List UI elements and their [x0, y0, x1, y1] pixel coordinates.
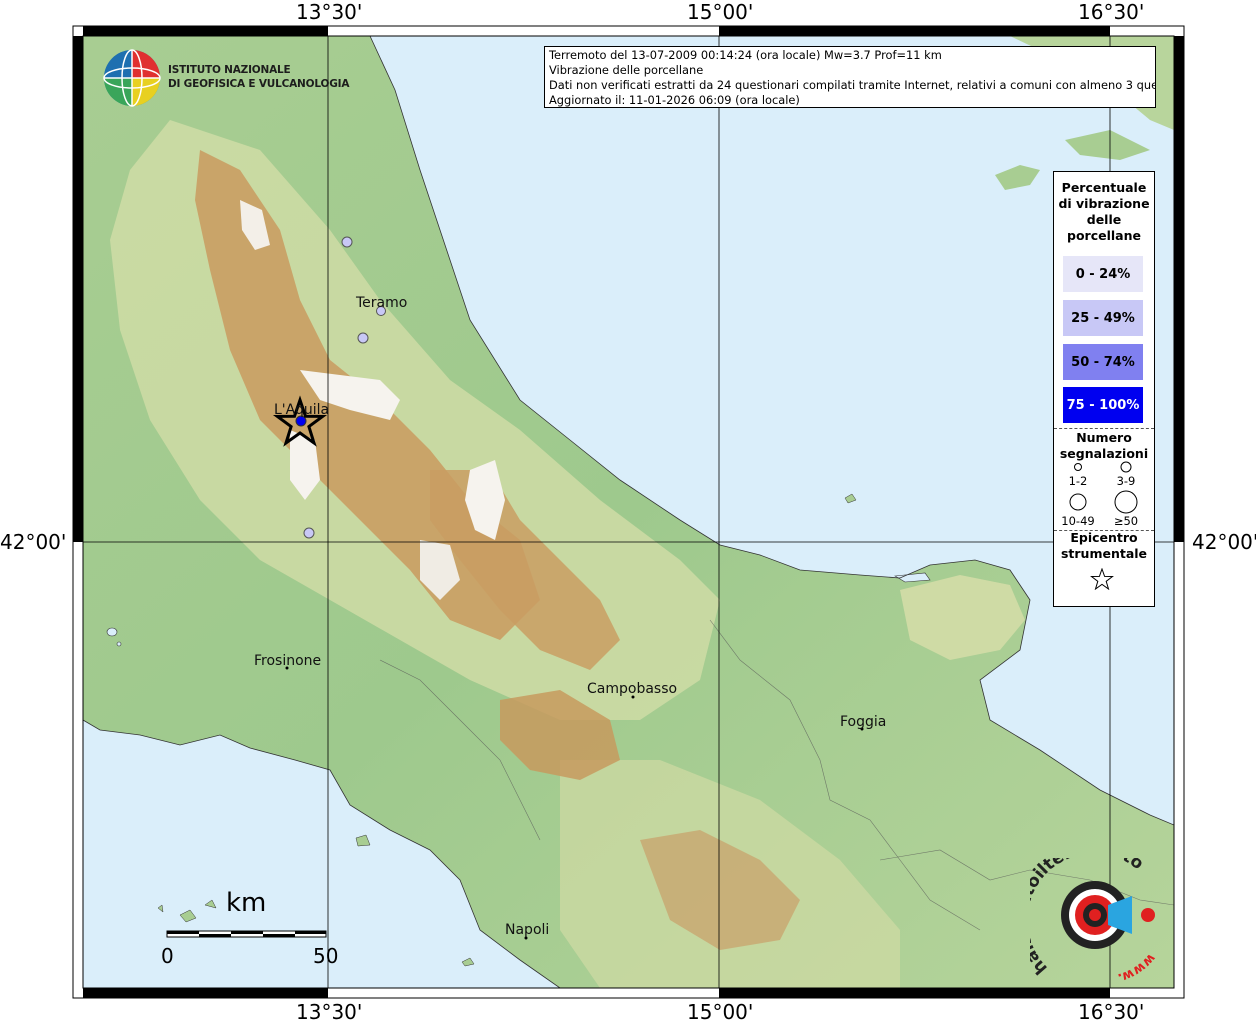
scale-start: 0: [161, 944, 174, 968]
frame-right-seg: [1174, 36, 1184, 542]
legend-separator: [1054, 428, 1154, 429]
frame-top-seg: [719, 26, 1110, 36]
legend-epicenter-title-2: strumentale: [1060, 546, 1148, 561]
legend-epicenter-title-1: Epicentro: [1070, 530, 1138, 545]
updated-line: Aggiornato il: 11-01-2026 06:09 (ora loc…: [549, 93, 800, 107]
lon-label-bottom-1: 13°30': [296, 1000, 363, 1024]
scale-end: 50: [313, 944, 339, 968]
lat-label-left: 42°00': [0, 530, 67, 554]
legend-size-1-2: 1-2: [1068, 474, 1088, 488]
legend-class-0-24: 0 - 24%: [1063, 256, 1143, 292]
frame-bottom-seg: [719, 988, 1110, 998]
city-label-napoli: Napoli: [505, 922, 550, 938]
frame-left-seg: [73, 36, 83, 542]
lake-2: [116, 641, 122, 647]
frame-top-seg: [83, 26, 328, 36]
felt-point[interactable]: [341, 236, 353, 248]
ingv-logo-globe: [103, 49, 161, 107]
frame-bottom-seg: [83, 988, 328, 998]
hsn-www: www.: [1116, 950, 1158, 985]
svg-text:www.: www.: [1116, 950, 1158, 985]
lon-label-top-1: 13°30': [296, 0, 363, 24]
legend-size-3-9: 3-9: [1116, 474, 1136, 488]
legend-size-50plus: ≥50: [1113, 514, 1139, 528]
legend: Percentuale di vibrazione delle porcella…: [1053, 171, 1155, 607]
data-note-line: Dati non verificati estratti da 24 quest…: [549, 78, 1156, 92]
legend-star-icon: [1090, 568, 1114, 590]
lon-label-bottom-2: 15°00': [687, 1000, 754, 1024]
legend-title-3: delle: [1086, 212, 1122, 227]
scale-unit: km: [226, 888, 267, 918]
event-line: Terremoto del 13-07-2009 00:14:24 (ora l…: [549, 48, 942, 62]
city-label-campobasso: Campobasso: [587, 681, 678, 697]
city-label-foggia: Foggia: [840, 714, 887, 730]
legend-class-25-49: 25 - 49%: [1063, 300, 1143, 336]
ingv-line-2: DI GEOFISICA E VULCANOLOGIA: [168, 78, 350, 90]
legend-class-50-74: 50 - 74%: [1063, 344, 1143, 380]
city-label-laquila: L'Aquila: [274, 402, 330, 418]
lon-label-top-2: 15°00': [687, 0, 754, 24]
legend-size-10-49: 10-49: [1061, 514, 1095, 528]
svg-text:haisentitoilterremoto.it: haisentitoilterremoto.it: [1030, 858, 1147, 978]
lon-label-top-3: 16°30': [1078, 0, 1145, 24]
hsn-logo-text: haisentitoilterremoto.it www.: [1030, 858, 1158, 985]
parameter-line: Vibrazione delle porcellane: [549, 63, 704, 77]
lake: [106, 627, 118, 637]
lat-label-right: 42°00': [1192, 530, 1256, 554]
ingv-line-1: ISTITUTO NAZIONALE: [168, 64, 291, 76]
ingv-logo-text: ISTITUTO NAZIONALE DI GEOFISICA E VULCAN…: [168, 63, 349, 91]
legend-class-75-100: 75 - 100%: [1063, 387, 1143, 423]
lon-label-bottom-3: 16°30': [1078, 1000, 1145, 1024]
city-label-frosinone: Frosinone: [254, 653, 322, 669]
legend-title-2: di vibrazione: [1058, 196, 1150, 211]
hsn-text: haisentitoilterremoto.it: [1030, 858, 1147, 978]
legend-title-4: porcellane: [1067, 228, 1141, 243]
event-info-box: Terremoto del 13-07-2009 00:14:24 (ora l…: [544, 46, 1156, 108]
legend-count-title-1: Numero: [1076, 430, 1132, 445]
legend-title-1: Percentuale: [1061, 180, 1147, 195]
felt-point[interactable]: [303, 527, 315, 539]
scale-bar: [166, 930, 327, 938]
felt-point[interactable]: [357, 332, 369, 344]
city-label-teramo: Teramo: [356, 295, 408, 311]
